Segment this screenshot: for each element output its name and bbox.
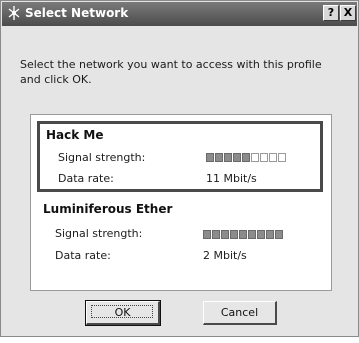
- data-rate-value: 2 Mbit/s: [203, 249, 247, 262]
- signal-meter-segment: [257, 230, 265, 239]
- signal-strength-label: Signal strength:: [58, 151, 146, 164]
- close-button[interactable]: X: [340, 5, 356, 21]
- signal-meter-segment: [215, 153, 223, 162]
- signal-meter-segment: [230, 230, 238, 239]
- signal-meter-segment: [221, 230, 229, 239]
- signal-meter-segment: [260, 153, 268, 162]
- cancel-button[interactable]: Cancel: [203, 301, 277, 325]
- signal-meter-segment: [239, 230, 247, 239]
- ok-button-label: OK: [114, 306, 131, 319]
- network-name: Hack Me: [46, 128, 104, 142]
- window-title: Select Network: [25, 6, 129, 20]
- signal-meter-segment: [278, 153, 286, 162]
- title-bar[interactable]: Select Network ? X: [2, 2, 357, 26]
- network-item-hack-me[interactable]: Hack Me Signal strength: Data rate: 11 M…: [37, 121, 323, 192]
- network-name: Luminiferous Ether: [43, 202, 173, 216]
- signal-meter-segment: [248, 230, 256, 239]
- page: Select Network ? X Select the network yo…: [0, 0, 359, 343]
- signal-meter-segment: [224, 153, 232, 162]
- signal-strength-label: Signal strength:: [55, 227, 143, 240]
- data-rate-value: 11 Mbit/s: [206, 172, 257, 185]
- signal-meter-segment: [266, 230, 274, 239]
- signal-meter-segment: [251, 153, 259, 162]
- signal-meter-segment: [275, 230, 283, 239]
- signal-meter-segment: [212, 230, 220, 239]
- help-button[interactable]: ?: [323, 5, 339, 21]
- signal-meter-segment: [269, 153, 277, 162]
- wireless-network-icon: [6, 5, 22, 21]
- instructions-text: Select the network you want to access wi…: [20, 58, 322, 86]
- select-network-dialog: Select Network ? X Select the network yo…: [0, 0, 359, 337]
- signal-strength-meter: [203, 230, 287, 239]
- signal-meter-segment: [233, 153, 241, 162]
- ok-button[interactable]: OK: [85, 300, 161, 326]
- data-rate-label: Data rate:: [58, 172, 114, 185]
- network-list[interactable]: Hack Me Signal strength: Data rate: 11 M…: [30, 114, 332, 291]
- data-rate-label: Data rate:: [55, 249, 111, 262]
- signal-meter-segment: [242, 153, 250, 162]
- signal-meter-segment: [206, 153, 214, 162]
- signal-meter-segment: [203, 230, 211, 239]
- network-item-luminiferous-ether[interactable]: Luminiferous Ether Signal strength: Data…: [37, 197, 323, 268]
- signal-strength-meter: [206, 153, 290, 162]
- cancel-button-label: Cancel: [220, 306, 259, 319]
